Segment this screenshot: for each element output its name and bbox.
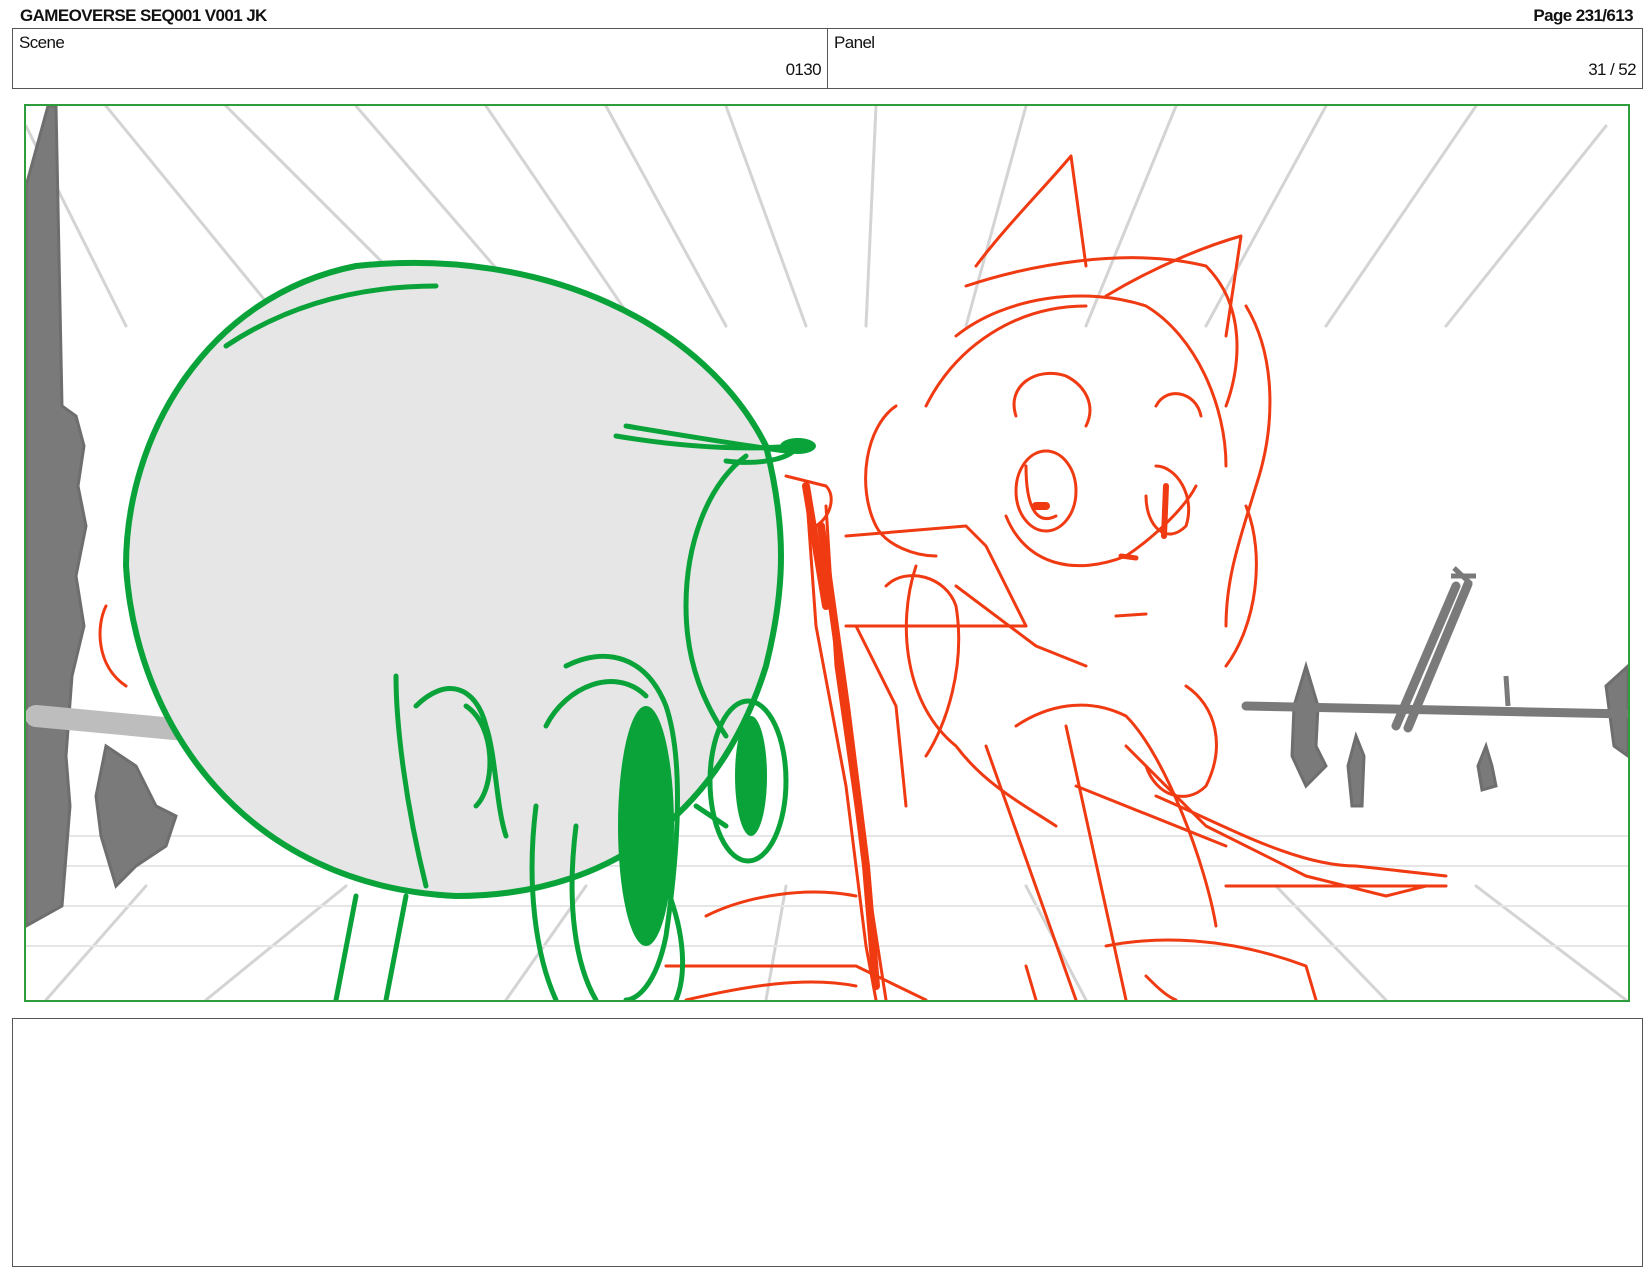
storyboard-sketch <box>26 106 1628 1000</box>
green-character-sketch <box>123 260 799 1000</box>
notes-area <box>12 1018 1643 1267</box>
page-number: Page 231/613 <box>1533 6 1633 25</box>
storyboard-frame <box>24 104 1630 1002</box>
scene-label: Scene <box>19 33 65 52</box>
scene-box: Scene 0130 <box>12 28 828 89</box>
panel-number: 31 / 52 <box>1588 60 1636 79</box>
panel-label: Panel <box>834 33 875 52</box>
scene-number: 0130 <box>785 60 822 79</box>
document-title: GAMEOVERSE SEQ001 V001 JK <box>20 6 267 25</box>
panel-box: Panel 31 / 52 <box>827 28 1643 89</box>
